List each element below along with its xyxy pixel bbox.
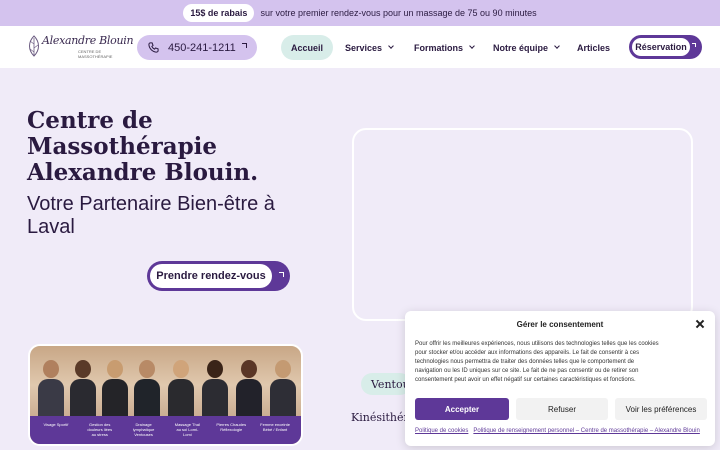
chevron-down-icon (469, 43, 475, 49)
privacy-policy-link[interactable]: Politique de renseignement personnel – C… (473, 428, 699, 434)
reservation-button[interactable]: Réservation (629, 35, 702, 59)
nav-label: Articles (577, 42, 611, 53)
nav-services[interactable]: Services (345, 35, 394, 60)
accept-button[interactable]: Accepter (415, 398, 509, 420)
service-pill-kinesitherapie[interactable]: Kinésithérapie (351, 406, 411, 428)
pill-label: Kinésithérapie (351, 410, 411, 424)
service-label: Massage Thaï au sol Lomi-Lomi (174, 422, 201, 437)
nav-notre-equipe[interactable]: Notre équipe (493, 35, 560, 60)
consent-body: Pour offrir les meilleures expériences, … (415, 341, 659, 383)
page-title: Centre de Massothérapie Alexandre Blouin… (27, 107, 259, 186)
team-photo: Visage Sportif Gestion des douleurs liée… (28, 344, 303, 446)
arrow-corner-icon (242, 43, 247, 48)
promo-bar: 15$ de rabais sur votre premier rendez-v… (0, 0, 720, 26)
nav-articles[interactable]: Articles (577, 35, 610, 60)
close-icon[interactable] (695, 319, 705, 329)
nav-label: Accueil (291, 42, 324, 53)
team-member (134, 360, 160, 417)
site-logo[interactable]: Alexandre Blouin CENTRE DE MASSOTHÉRAPIE (26, 32, 134, 62)
consent-links: Politique de cookies Politique de rensei… (415, 428, 700, 434)
reservation-label: Réservation (632, 38, 690, 56)
team-member (70, 360, 96, 417)
site-header: Alexandre Blouin CENTRE DE MASSOTHÉRAPIE… (0, 26, 720, 68)
refuse-button[interactable]: Refuser (516, 398, 608, 420)
service-label: Gestion des douleurs liées au stress (87, 422, 113, 437)
service-label: Drainage lymphatique Ventouses (132, 422, 155, 437)
team-member (168, 360, 194, 417)
team-member (102, 360, 128, 417)
service-label: Femme enceinte Bébé / Enfant (260, 422, 290, 432)
cta-label: Prendre rendez-vous (150, 264, 272, 288)
chevron-down-icon (554, 43, 560, 49)
leaf-logo-icon (29, 35, 39, 57)
book-appointment-button[interactable]: Prendre rendez-vous (147, 261, 290, 291)
team-member (202, 360, 228, 417)
service-label: Pierres Chaudes Réflexologie (216, 422, 247, 432)
nav-label: Notre équipe (493, 42, 549, 53)
cookie-consent-dialog: Gérer le consentement Pour offrir les me… (405, 311, 715, 446)
promo-badge: 15$ de rabais (183, 4, 255, 22)
service-label: Visage Sportif (43, 422, 69, 427)
logo-script: Alexandre Blouin (42, 34, 134, 47)
nav-accueil[interactable]: Accueil (281, 35, 334, 60)
arrow-corner-icon (692, 43, 696, 47)
preferences-button[interactable]: Voir les préférences (615, 398, 707, 420)
service-pill-ventouses[interactable]: Ventouses (361, 373, 411, 395)
phone-button[interactable]: 450-241-1211 (137, 35, 257, 60)
phone-icon (148, 42, 159, 53)
promo-text: sur votre premier rendez-vous pour un ma… (260, 8, 537, 18)
team-member (236, 360, 262, 417)
team-member (38, 360, 64, 417)
phone-number: 450-241-1211 (168, 41, 236, 54)
chevron-down-icon (388, 43, 394, 49)
team-service-labels: Visage Sportif Gestion des douleurs liée… (30, 422, 301, 437)
hero-subtitle: Votre Partenaire Bien-être à Laval (27, 193, 275, 238)
nav-label: Formations (414, 42, 464, 53)
cookie-policy-link[interactable]: Politique de cookies (415, 428, 468, 434)
consent-title: Gérer le consentement (516, 320, 604, 329)
team-member (270, 360, 296, 417)
logo-tagline: CENTRE DE MASSOTHÉRAPIE (78, 49, 113, 59)
arrow-corner-icon (279, 272, 284, 277)
nav-formations[interactable]: Formations (414, 35, 475, 60)
hero-media-frame (352, 128, 693, 321)
nav-label: Services (345, 42, 383, 53)
